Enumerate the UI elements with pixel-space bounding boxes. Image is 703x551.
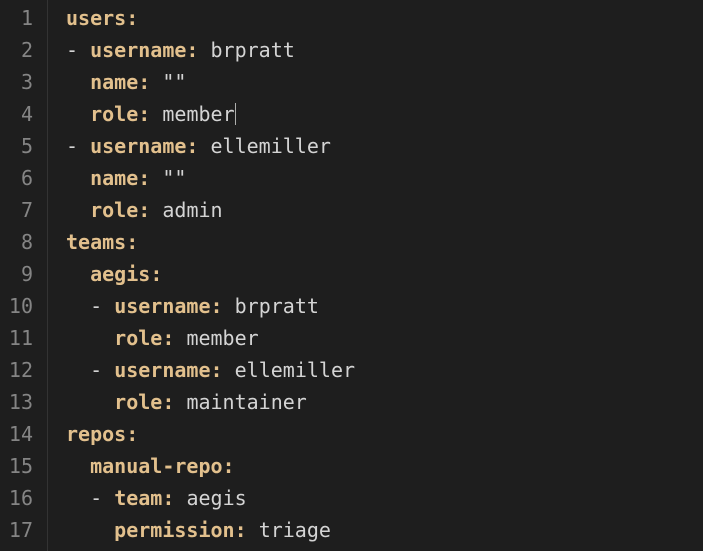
colon: : — [126, 6, 138, 30]
colon: : — [211, 294, 223, 318]
colon: : — [186, 134, 198, 158]
yaml-value: member — [186, 326, 258, 350]
line-number: 16 — [8, 482, 33, 514]
yaml-key: username — [90, 38, 186, 62]
code-line[interactable]: role: member — [66, 322, 703, 354]
line-number: 12 — [8, 354, 33, 386]
code-editor[interactable]: users: - username: brpratt name: "" role… — [48, 0, 703, 551]
code-line[interactable]: role: member — [66, 98, 703, 130]
yaml-key: username — [90, 134, 186, 158]
colon: : — [186, 38, 198, 62]
code-line[interactable]: role: admin — [66, 194, 703, 226]
code-line[interactable]: - username: ellemiller — [66, 354, 703, 386]
line-number: 15 — [8, 450, 33, 482]
yaml-value — [198, 38, 210, 62]
yaml-value: brpratt — [211, 38, 295, 62]
colon: : — [126, 230, 138, 254]
yaml-value: ellemiller — [235, 358, 355, 382]
line-number: 14 — [8, 418, 33, 450]
line-number: 8 — [8, 226, 33, 258]
line-number: 17 — [8, 514, 33, 546]
colon: : — [138, 166, 150, 190]
yaml-key: aegis — [90, 262, 150, 286]
line-number: 10 — [8, 290, 33, 322]
code-line[interactable]: name: "" — [66, 66, 703, 98]
code-line[interactable]: - username: brpratt — [66, 290, 703, 322]
line-number: 4 — [8, 98, 33, 130]
line-number: 5 — [8, 130, 33, 162]
colon: : — [162, 390, 174, 414]
line-number: 6 — [8, 162, 33, 194]
yaml-key: role — [114, 326, 162, 350]
yaml-key: role — [114, 390, 162, 414]
colon: : — [126, 422, 138, 446]
line-number-gutter: 1 2 3 4 5 6 7 8 9 10 11 12 13 14 15 16 1… — [0, 0, 48, 551]
yaml-key: manual-repo — [90, 454, 222, 478]
colon: : — [211, 358, 223, 382]
yaml-value: "" — [162, 70, 186, 94]
yaml-dash: - — [66, 38, 90, 62]
code-line[interactable]: permission: triage — [66, 514, 703, 546]
code-line[interactable]: role: maintainer — [66, 386, 703, 418]
colon: : — [235, 518, 247, 542]
yaml-key: name — [90, 70, 138, 94]
yaml-key: team — [114, 486, 162, 510]
yaml-key: username — [114, 358, 210, 382]
code-line[interactable]: users: — [66, 2, 703, 34]
line-number: 7 — [8, 194, 33, 226]
code-line[interactable]: teams: — [66, 226, 703, 258]
colon: : — [162, 486, 174, 510]
yaml-dash: - — [90, 358, 114, 382]
yaml-key: teams — [66, 230, 126, 254]
code-line[interactable]: - team: aegis — [66, 482, 703, 514]
text-cursor — [235, 103, 236, 125]
code-line[interactable]: repos: — [66, 418, 703, 450]
yaml-dash: - — [90, 294, 114, 318]
yaml-key: username — [114, 294, 210, 318]
colon: : — [138, 70, 150, 94]
colon: : — [162, 326, 174, 350]
yaml-value: admin — [162, 198, 222, 222]
code-line[interactable]: - username: brpratt — [66, 34, 703, 66]
colon: : — [150, 262, 162, 286]
colon: : — [138, 198, 150, 222]
line-number: 13 — [8, 386, 33, 418]
yaml-key: name — [90, 166, 138, 190]
yaml-value: triage — [259, 518, 331, 542]
yaml-key: role — [90, 198, 138, 222]
line-number: 2 — [8, 34, 33, 66]
yaml-key: role — [90, 102, 138, 126]
yaml-key: repos — [66, 422, 126, 446]
line-number: 3 — [8, 66, 33, 98]
code-line[interactable]: name: "" — [66, 162, 703, 194]
code-line[interactable]: - username: ellemiller — [66, 130, 703, 162]
code-line[interactable]: manual-repo: — [66, 450, 703, 482]
yaml-dash: - — [90, 486, 114, 510]
yaml-value: "" — [162, 166, 186, 190]
code-line[interactable]: aegis: — [66, 258, 703, 290]
yaml-key: users — [66, 6, 126, 30]
yaml-key: permission — [114, 518, 234, 542]
yaml-value: aegis — [186, 486, 246, 510]
yaml-value: maintainer — [186, 390, 306, 414]
yaml-value: brpratt — [235, 294, 319, 318]
colon: : — [223, 454, 235, 478]
yaml-value: ellemiller — [211, 134, 331, 158]
yaml-dash: - — [66, 134, 90, 158]
line-number: 1 — [8, 2, 33, 34]
yaml-value: member — [162, 102, 234, 126]
colon: : — [138, 102, 150, 126]
line-number: 11 — [8, 322, 33, 354]
line-number: 9 — [8, 258, 33, 290]
